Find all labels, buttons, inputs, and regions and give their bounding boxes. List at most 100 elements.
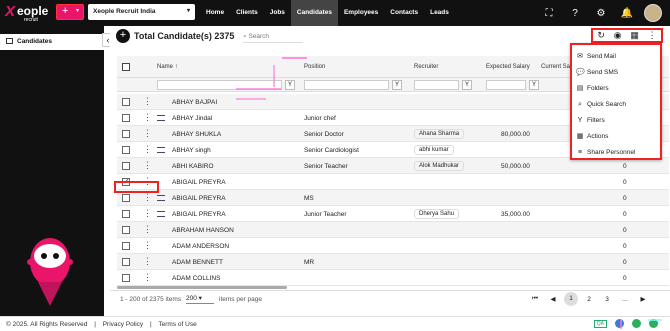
expand-icon[interactable]: ⛶	[536, 8, 562, 19]
row-checkbox[interactable]	[122, 114, 130, 122]
nav-home[interactable]: Home	[200, 0, 230, 26]
gear-icon[interactable]: ⚙	[588, 8, 614, 19]
row-menu-icon[interactable]: ⋮	[143, 144, 152, 155]
table-row[interactable]: ⋮ ADAM BENNETT MR 0	[117, 254, 669, 270]
position-filter-input[interactable]	[304, 80, 389, 90]
check-icon[interactable]	[632, 319, 641, 328]
row-checkbox[interactable]	[122, 242, 130, 250]
column-current-salary[interactable]: Current Sal	[541, 64, 571, 70]
nav-candidates[interactable]: Candidates	[290, 0, 338, 26]
table-row[interactable]: ✓ ⋮ ABIGAIL PREYRA 0	[117, 174, 669, 190]
page-1[interactable]: 1	[564, 292, 578, 306]
row-checkbox[interactable]	[122, 162, 130, 170]
row-menu-icon[interactable]: ⋮	[143, 96, 152, 107]
menu-item-filters[interactable]: Y Filters	[576, 114, 660, 128]
search-input[interactable]: ⌕ Search	[243, 33, 303, 43]
table-row[interactable]: ⋮ ABIGAIL PREYRA Junior Teacher Dherya Sahu…	[117, 206, 669, 222]
first-page-icon[interactable]: ⏮	[528, 295, 542, 303]
row-menu-icon[interactable]: ⋮	[143, 112, 152, 123]
candidate-name[interactable]: ABHI KABIRO	[172, 163, 214, 170]
row-checkbox[interactable]	[122, 194, 130, 202]
page-2[interactable]: 2	[582, 296, 596, 303]
mail-icon: ✉	[577, 53, 583, 60]
candidate-name[interactable]: ADAM BENNETT	[172, 259, 223, 266]
salary-filter-input[interactable]	[486, 80, 526, 90]
table-row[interactable]: ⋮ ADAM COLLINS 0	[117, 270, 669, 286]
prev-page-icon[interactable]: ◀	[546, 295, 560, 303]
table-row[interactable]: ⋮ ABRAHAM HANSON 0	[117, 222, 669, 238]
filter-icon[interactable]: Y	[392, 80, 402, 90]
company-select[interactable]: Xeople Recruit India ▾	[88, 4, 195, 20]
filter-icon[interactable]: Y	[285, 80, 295, 90]
table-row[interactable]: ⋮ ABIGAIL PREYRA MS 0	[117, 190, 669, 206]
row-menu-icon[interactable]: ⋮	[143, 208, 152, 219]
row-menu-icon[interactable]: ⋮	[143, 240, 152, 251]
table-row[interactable]: ⋮ ADAM ANDERSON 0	[117, 238, 669, 254]
more-pages[interactable]: …	[618, 296, 632, 303]
menu-item-quick-search[interactable]: ⌕ Quick Search	[576, 98, 660, 112]
row-checkbox[interactable]	[122, 98, 130, 106]
filter-icon[interactable]: ◉	[614, 30, 622, 41]
candidate-name[interactable]: ADAM COLLINS	[172, 275, 220, 282]
nav-leads[interactable]: Leads	[424, 0, 455, 26]
more-icon[interactable]: ⋮	[648, 30, 657, 41]
avatar[interactable]	[644, 4, 662, 22]
row-checkbox[interactable]	[122, 226, 130, 234]
row-checkbox[interactable]	[122, 210, 130, 218]
candidate-name[interactable]: ABRAHAM HANSON	[172, 227, 234, 234]
terms-link[interactable]: Terms of Use	[158, 321, 196, 328]
candidate-name[interactable]: ABIGAIL PREYRA	[172, 195, 226, 202]
candidate-name[interactable]: ABHAY Jindal	[172, 115, 212, 122]
row-checkbox[interactable]	[122, 130, 130, 138]
menu-item-folders[interactable]: ▤ Folders	[576, 82, 660, 96]
menu-item-send-sms[interactable]: 💬 Send SMS	[576, 66, 660, 80]
mascot-image	[27, 238, 73, 306]
privacy-link[interactable]: Privacy Policy	[103, 321, 143, 328]
page-size-select[interactable]: 200 ▾	[186, 294, 214, 304]
next-page-icon[interactable]: ▶	[636, 295, 650, 303]
select-all-checkbox[interactable]	[122, 63, 130, 71]
row-menu-icon[interactable]: ⋮	[143, 256, 152, 267]
column-recruiter[interactable]: Recruiter	[414, 64, 438, 70]
column-position[interactable]: Position	[304, 64, 325, 70]
quick-search-icon: ⌕	[578, 101, 582, 108]
candidate-name[interactable]: ABHAY singh	[172, 147, 211, 154]
candidate-name[interactable]: ABHAY BAJPAI	[172, 99, 217, 106]
page-3[interactable]: 3	[600, 296, 614, 303]
candidate-name[interactable]: ADAM ANDERSON	[172, 243, 229, 250]
nav-jobs[interactable]: Jobs	[264, 0, 291, 26]
nav-clients[interactable]: Clients	[230, 0, 264, 26]
recruiter-filter-input[interactable]	[414, 80, 459, 90]
candidate-name[interactable]: ABIGAIL PREYRA	[172, 211, 226, 218]
candidate-name[interactable]: ABHAY SHUKLA	[172, 131, 221, 138]
logo: Xeople recruit	[5, 3, 49, 23]
add-button[interactable]: + ▾	[56, 4, 84, 20]
grid-view-icon[interactable]: ▦	[630, 30, 639, 41]
column-name[interactable]: Name ↑	[157, 64, 178, 70]
menu-item-send-mail[interactable]: ✉ Send Mail	[576, 50, 660, 64]
row-checkbox[interactable]	[122, 146, 130, 154]
nav-contacts[interactable]: Contacts	[384, 0, 424, 26]
nav-employees[interactable]: Employees	[338, 0, 384, 26]
row-menu-icon[interactable]: ⋮	[143, 272, 152, 283]
row-menu-icon[interactable]: ⋮	[143, 192, 152, 203]
refresh-icon[interactable]: ↻	[597, 30, 605, 41]
candidate-name[interactable]: ABIGAIL PREYRA	[172, 179, 226, 186]
row-menu-icon[interactable]: ⋮	[143, 128, 152, 139]
help-icon[interactable]: ?	[562, 8, 588, 19]
filter-icon[interactable]: Y	[529, 80, 539, 90]
filter-icon[interactable]: Y	[462, 80, 472, 90]
horizontal-scrollbar[interactable]	[117, 286, 287, 289]
add-candidate-button[interactable]: +	[116, 29, 130, 43]
row-menu-icon[interactable]: ⋮	[143, 224, 152, 235]
bell-icon[interactable]: 🔔	[614, 8, 640, 19]
row-checkbox[interactable]	[122, 274, 130, 282]
table-row[interactable]: ⋮ ABHI KABIRO Senior Teacher Alok Madhukar 5…	[117, 158, 669, 174]
row-checkbox[interactable]	[122, 258, 130, 266]
column-expected-salary[interactable]: Expected Salary	[486, 64, 530, 70]
candidate-position: Senior Doctor	[304, 131, 344, 138]
sidebar-item-candidates[interactable]: Candidates	[0, 34, 104, 50]
menu-item-share-personnel[interactable]: ≡ Share Personnel	[576, 146, 660, 160]
row-menu-icon[interactable]: ⋮	[143, 160, 152, 171]
menu-item-actions[interactable]: ▦ Actions	[576, 130, 660, 144]
